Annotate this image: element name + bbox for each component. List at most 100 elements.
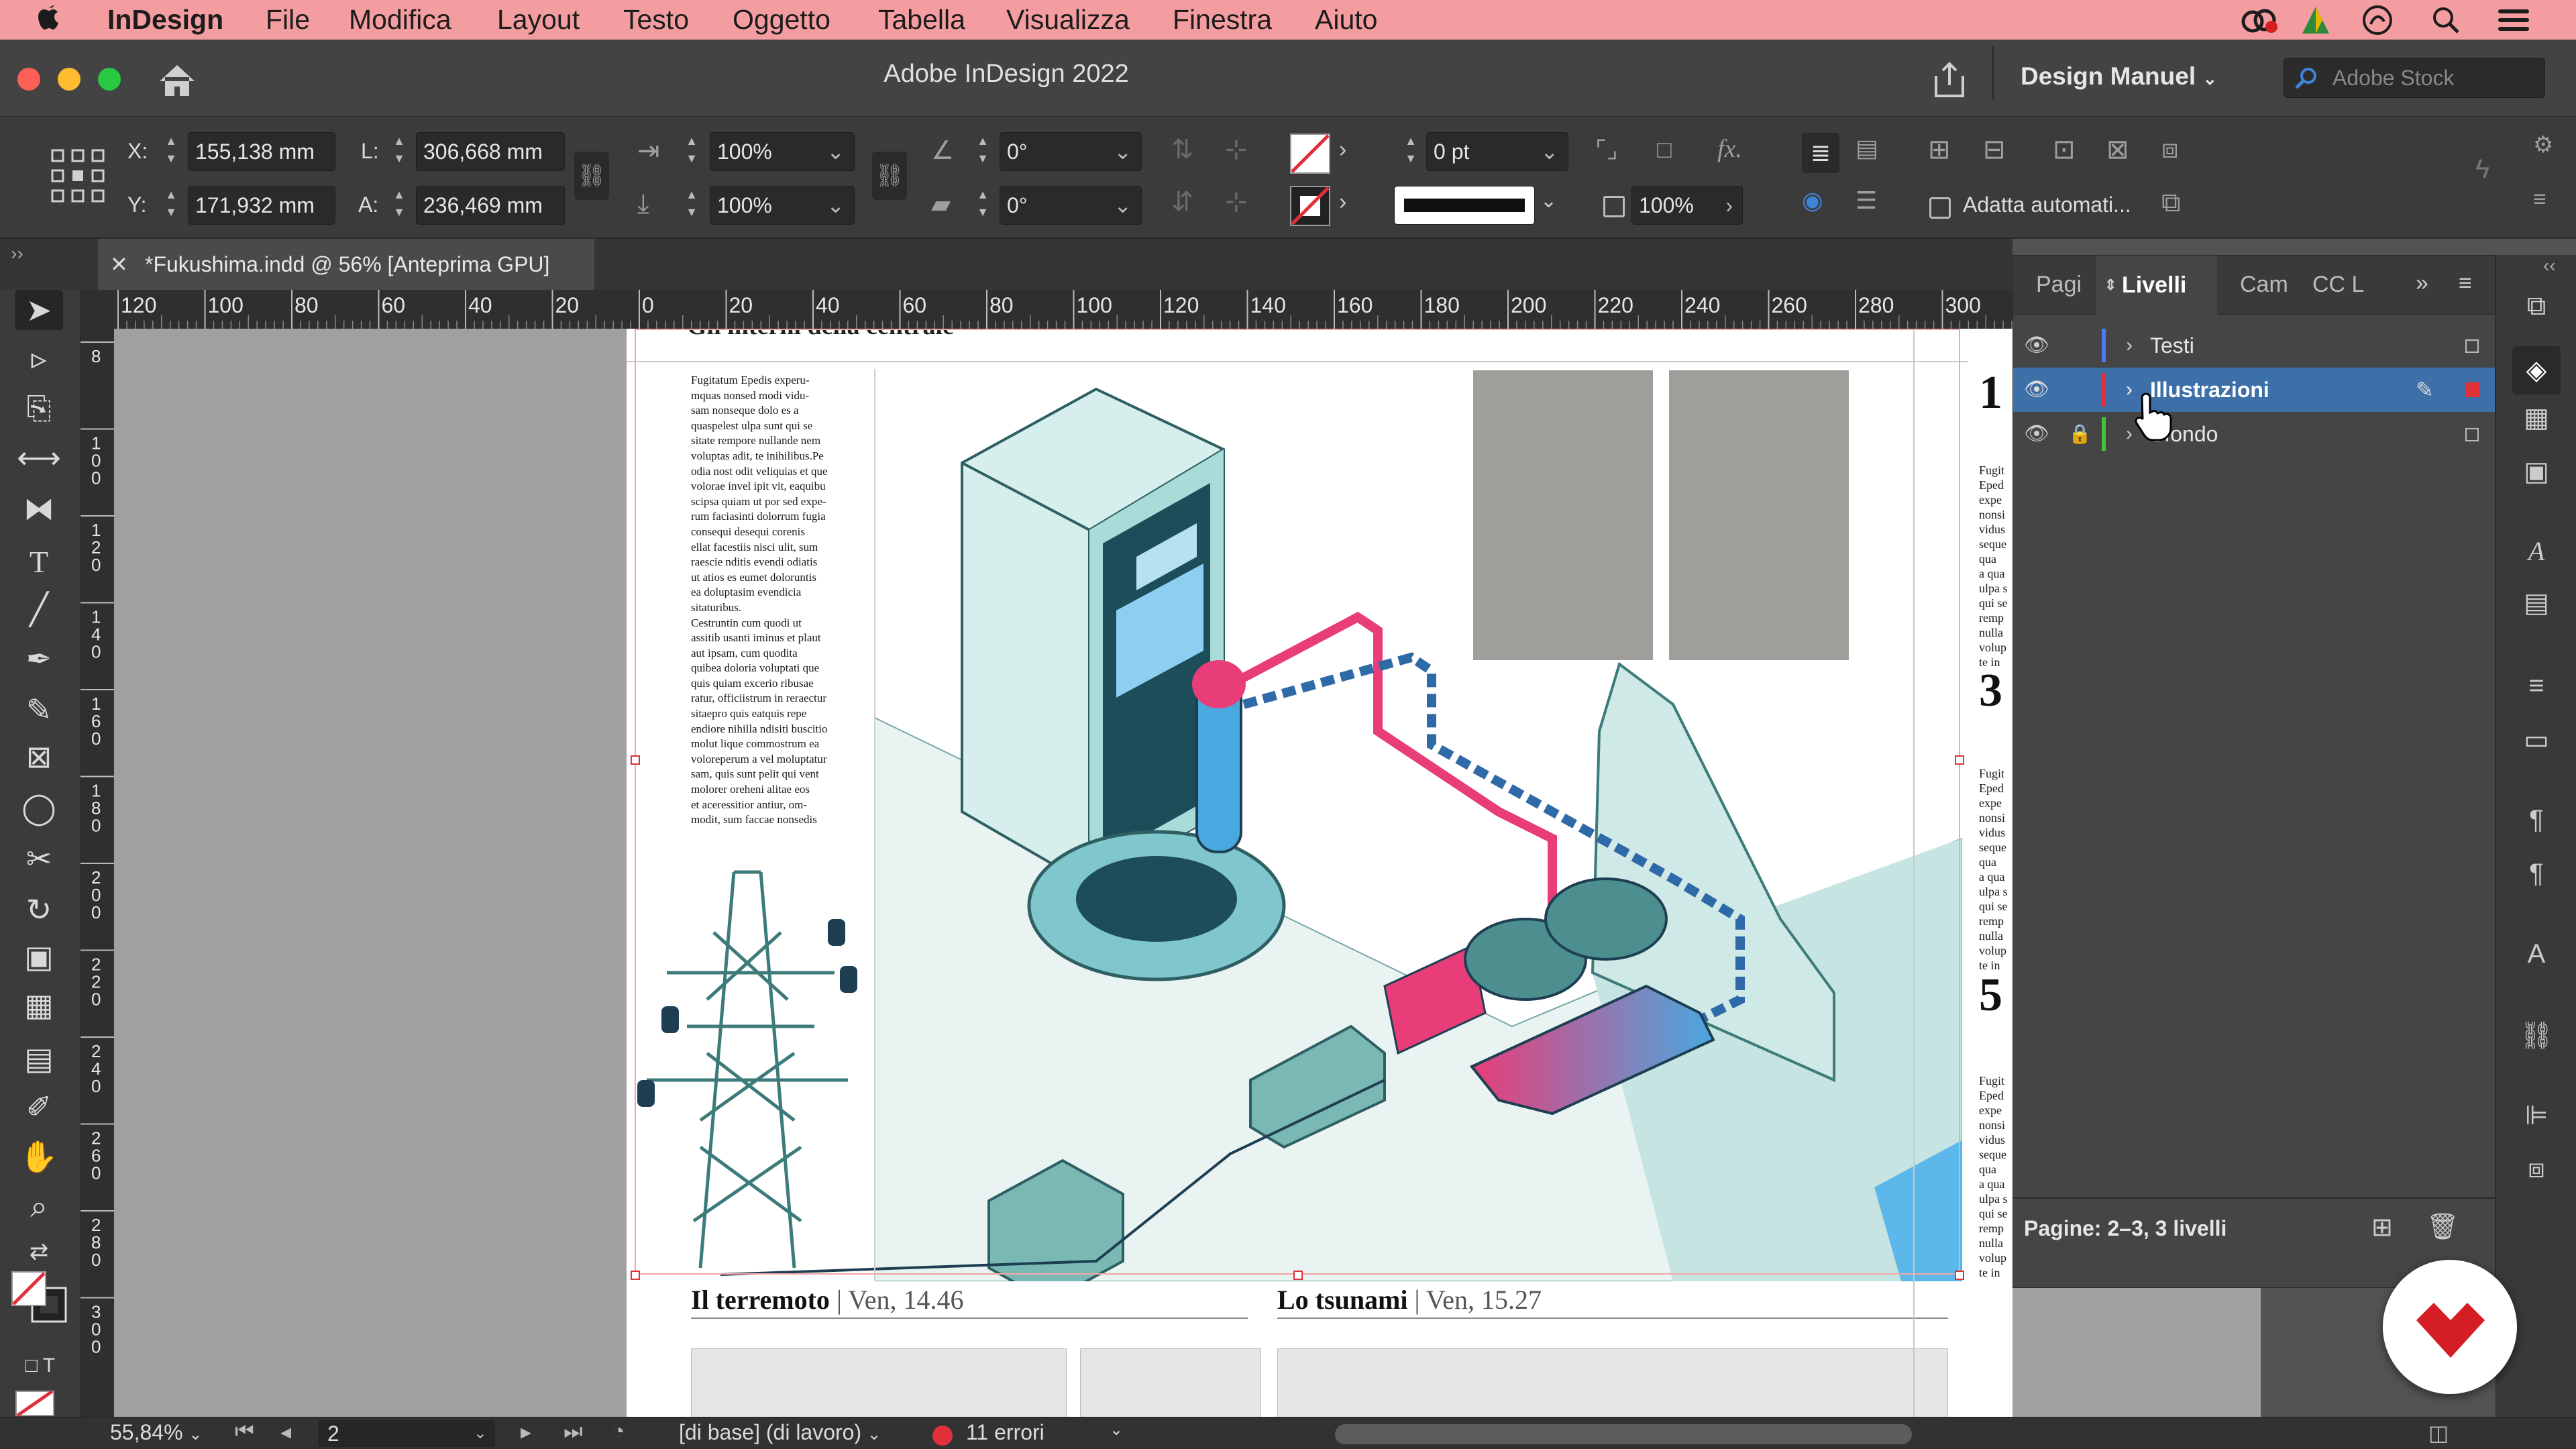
menu-oggetto[interactable]: Oggetto [733,4,830,36]
caption-tsunami[interactable]: Lo tsunami | Ven, 15.27 [1277,1284,1542,1316]
fill-stroke-swatches-icon[interactable] [9,1269,70,1326]
zoom-tool-icon[interactable]: ⌕ [15,1186,63,1226]
content-collector-icon[interactable]: ⧓ [15,488,63,529]
shear-field[interactable]: 0° ⌄ [1000,186,1142,225]
pages-panel-icon[interactable]: ⧉ [2512,291,2561,321]
layer-selection-square[interactable] [2465,382,2480,397]
center-content-icon[interactable]: ⊡ [2053,134,2076,165]
document-page-spread[interactable]: Gli interni della centrale Fugitatum Epe… [627,329,1968,1417]
type-tool-icon[interactable]: T [15,542,63,582]
x-stepper[interactable]: ▲ ▼ [160,132,182,171]
effects-icon[interactable]: fx. [1717,134,1742,164]
image-placeholder-3[interactable] [691,1348,1067,1417]
chevron-down-icon[interactable]: ⌄ [1110,1420,1123,1440]
layer-row-illustrazioni[interactable]: 👁 › Illustrazioni ✎ [2013,368,2495,412]
search-icon[interactable] [2431,5,2461,35]
character-panel-icon[interactable]: A [2512,535,2561,567]
eye-icon[interactable]: 👁 [2024,412,2049,456]
eye-icon[interactable]: 👁 [2024,323,2049,368]
stroke-weight-stepper[interactable]: ▲ ▼ [1399,132,1422,171]
pen-tool-icon[interactable]: ✒ [15,639,63,679]
chevron-right-icon[interactable]: › [2126,323,2133,368]
next-page-column[interactable]: 1 Fugit Eped expe nonsi vidus seque qua … [1968,329,2012,1417]
constrain-proportions-icon[interactable]: ⛓ [574,152,609,200]
fit-proportionally-icon[interactable]: ⧈ [2161,134,2178,164]
paragraph-panel-icon[interactable]: ¶ [2512,859,2561,889]
selection-handle-left[interactable] [631,755,640,765]
menu-modifica[interactable]: Modifica [349,4,451,36]
collapse-dock-icon[interactable]: ‹‹ [2543,255,2556,276]
close-tab-icon[interactable]: ✕ [110,239,128,290]
creative-cloud-icon[interactable] [2239,5,2279,35]
panel-options-icon[interactable]: ≡ [2459,270,2472,297]
swap-fill-stroke-icon[interactable]: ⇄ [15,1232,63,1272]
eye-icon[interactable]: 👁 [2024,368,2049,412]
scale-y-field[interactable]: 100% ⌄ [710,186,855,225]
selection-handle-bottom-left[interactable] [631,1271,640,1280]
shear-stepper[interactable]: ▲ ▼ [971,186,994,225]
swatches-panel-icon[interactable]: ▦ [2512,402,2561,433]
menu-layout[interactable]: Layout [497,4,580,36]
selection-tool-icon[interactable]: ➤ [15,290,63,330]
text-wrap-panel-icon[interactable]: ▤ [2512,588,2561,619]
opacity-field[interactable]: 100% › [1631,186,1743,225]
tab-cc-libraries[interactable]: CC L [2312,272,2364,298]
zoom-level[interactable]: 55,84% ⌄ [110,1420,203,1445]
adobe-stock-search[interactable]: Adobe Stock [2284,58,2545,98]
layer-row-sfondo[interactable]: 👁 🔒 › Sfondo [2013,412,2495,456]
caption-earthquake[interactable]: Il terremoto | Ven, 14.46 [691,1284,963,1316]
scale-y-stepper[interactable]: ▲ ▼ [680,186,703,225]
ellipse-tool-icon[interactable]: ◯ [15,788,63,828]
select-content-icon[interactable]: ⊹ [1225,186,1248,217]
image-placeholder-4[interactable] [1080,1348,1261,1417]
constrain-scale-icon[interactable]: ⛓ [872,152,907,200]
stroke-swatch-icon[interactable] [1289,185,1331,227]
menu-aiuto[interactable]: Aiuto [1315,4,1377,36]
last-page-icon[interactable]: ⏭ [564,1419,583,1444]
previous-page-icon[interactable]: ◂ [280,1419,291,1444]
menu-tabella[interactable]: Tabella [878,4,965,36]
scale-x-field[interactable]: 100% ⌄ [710,132,855,171]
fit-content-to-frame-icon[interactable]: ⊞ [1928,134,1951,165]
page-number-field[interactable]: 2 ⌄ [318,1420,495,1447]
scale-x-stepper[interactable]: ▲ ▼ [680,132,703,171]
autofit-checkbox[interactable] [1929,197,1951,219]
page-tool-icon[interactable]: ⎘ [15,388,63,428]
apple-icon[interactable] [36,3,63,35]
drop-shadow-checkbox[interactable] [1603,196,1625,217]
fill-frame-icon[interactable]: ⊠ [2106,134,2129,165]
scissors-tool-icon[interactable]: ✂ [15,839,63,879]
image-placeholder-2[interactable] [1669,370,1849,660]
collapse-toolbox-icon[interactable]: ›› [11,243,23,264]
fill-swatch-icon[interactable] [1289,133,1331,174]
new-layer-icon[interactable]: ⊞ [2371,1212,2393,1242]
height-stepper[interactable]: ▲ ▼ [388,186,411,225]
menu-testo[interactable]: Testo [623,4,689,36]
control-center-icon[interactable] [2497,7,2530,34]
gap-tool-icon[interactable]: ⟷ [15,437,63,478]
gradient-feather-tool-icon[interactable]: ▦ [15,985,63,1025]
stroke-panel-icon[interactable]: ≡ [2512,671,2561,701]
split-view-icon[interactable]: ◫ [2428,1420,2449,1446]
links-panel-icon[interactable]: ⛓ [2512,1020,2561,1051]
selection-handle-bottom[interactable] [1293,1271,1303,1280]
pathfinder-panel-icon[interactable]: ⧈ [2512,1154,2561,1184]
frame-icon[interactable]: □ [1657,136,1672,164]
preflight-errors[interactable]: 11 errori [966,1420,1044,1445]
reference-point-icon[interactable] [51,149,105,203]
y-stepper[interactable]: ▲ ▼ [160,186,182,225]
image-placeholder-1[interactable] [1473,370,1653,660]
pencil-tool-icon[interactable]: ✎ [15,690,63,730]
menu-app-name[interactable]: InDesign [107,4,223,36]
workspace-switcher[interactable]: Design Manuel ⌄ [2021,62,2217,91]
gradient-panel-icon[interactable]: ▭ [2512,724,2561,755]
panel-menu-icon[interactable]: ≡ [2533,186,2546,213]
expand-panel-icon[interactable]: » [2416,270,2428,297]
select-container-icon[interactable]: ⊹ [1225,134,1248,165]
preflight-icon[interactable]: ◔ [612,1419,625,1444]
tab-campioni[interactable]: Cam [2240,272,2288,298]
menu-visualizza[interactable]: Visualizza [1006,4,1130,36]
stroke-chevron-icon[interactable]: › [1339,189,1346,215]
hand-tool-icon[interactable]: ✋ [15,1136,63,1177]
layers-panel-icon[interactable]: ◈ [2512,346,2561,394]
